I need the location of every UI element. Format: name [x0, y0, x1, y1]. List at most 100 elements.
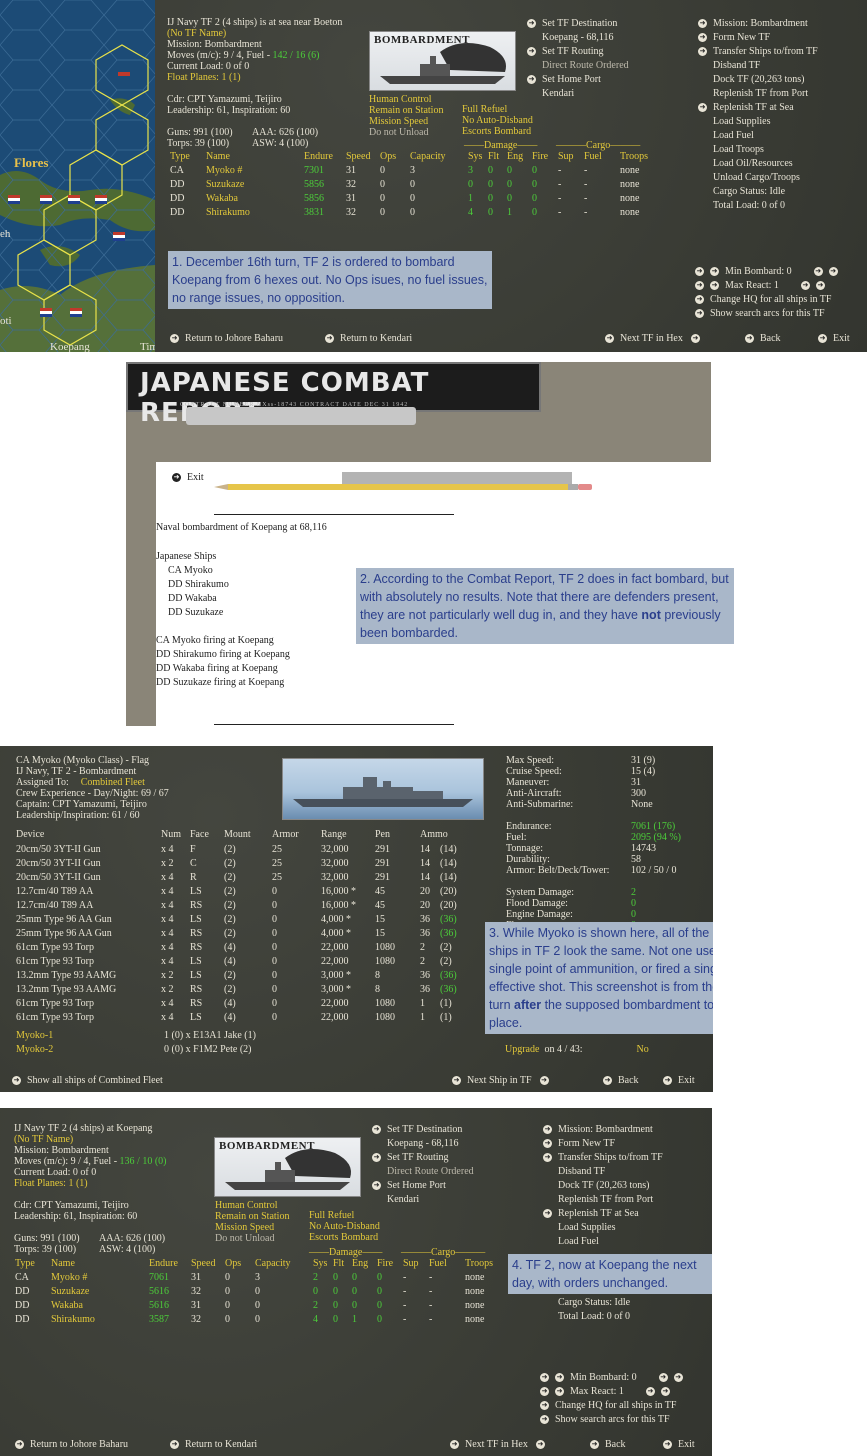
map-label-koepang: Koepang [50, 341, 90, 352]
return-johore-button[interactable]: ➜ Return to Johore Baharu [170, 333, 283, 344]
ship-name[interactable]: Suzukaze [51, 1286, 89, 1297]
order-item[interactable]: Remain on Station [215, 1211, 289, 1222]
next-ship-button[interactable]: ➜ Next Ship in TF ➜ [452, 1075, 555, 1086]
back-button[interactable]: ➜ Back [745, 333, 781, 344]
exit-button[interactable]: ➜ Exit [818, 333, 850, 344]
menu-label: Direct Route Ordered [387, 1166, 474, 1177]
order-item[interactable]: Human Control [215, 1200, 278, 1211]
next-tf-button[interactable]: ➜ Next TF in Hex ➜ [605, 333, 706, 344]
arrow-right-icon: ➜ [535, 1440, 545, 1450]
ship-name[interactable]: Wakaba [51, 1300, 83, 1311]
order-item[interactable]: Remain on Station [369, 105, 443, 116]
order-item[interactable]: No Auto-Disband [462, 115, 533, 126]
stat-key: Anti-Aircraft: [506, 788, 562, 799]
exit-button[interactable]: ➜ Exit [663, 1439, 695, 1450]
header-line: Leadership: 61, Inspiration: 60 [167, 105, 290, 116]
ship-name[interactable]: Wakaba [206, 193, 238, 204]
table-cell: 31 [191, 1272, 201, 1283]
device-cell: (4) [224, 942, 236, 953]
device-cell: 45 [375, 886, 385, 897]
column-header: Ops [380, 151, 397, 162]
ship-entry: DD Shirakumo [168, 579, 229, 590]
ship-name[interactable]: Shirakumo [51, 1314, 95, 1325]
menu-item: Replenish TF from Port [543, 1194, 653, 1205]
ship-entry: DD Suzukaze [168, 607, 224, 618]
menu-label: Dock TF (20,263 tons) [713, 74, 805, 85]
order-item[interactable]: Full Refuel [309, 1210, 354, 1221]
order-item[interactable]: Escorts Bombard [462, 126, 531, 137]
return-kendari-button[interactable]: ➜ Return to Kendari [170, 1439, 257, 1450]
arrow-right-icon: ➜ [540, 1401, 549, 1411]
menu-item[interactable]: ➜ Transfer Ships to/from TF [698, 46, 818, 57]
order-item[interactable]: Mission Speed [215, 1222, 274, 1233]
menu-item: Dock TF (20,263 tons) [698, 74, 804, 85]
order-item[interactable]: Human Control [369, 94, 432, 105]
clipboard-clip [186, 407, 416, 425]
show-arcs-button[interactable]: ➜ Show search arcs for this TF [695, 308, 825, 319]
column-header: Flt [488, 151, 500, 162]
menu-item[interactable]: ➜ Set Home Port [372, 1180, 446, 1191]
ship-name[interactable]: Myoko # [206, 165, 242, 176]
header-line: Leadership: 61, Inspiration: 60 [14, 1211, 137, 1222]
table-cell: 0 [468, 179, 473, 190]
menu-item[interactable]: ➜ Replenish TF at Sea [698, 102, 794, 113]
ammo-value: 14 [420, 872, 430, 883]
header-line: Float Planes: 1 (1) [14, 1178, 88, 1189]
ship-name[interactable]: Shirakumo [206, 207, 250, 218]
change-hq-button[interactable]: ➜ Change HQ for all ships in TF [540, 1400, 676, 1411]
column-header: Capacity [410, 151, 446, 162]
ammo-max: (2) [440, 956, 452, 967]
table-cell: none [620, 193, 640, 204]
menu-item[interactable]: ➜ Set TF Routing [527, 46, 604, 57]
menu-item[interactable]: ➜ Replenish TF at Sea [543, 1208, 639, 1219]
arrow-right-icon: ➜ [170, 1440, 179, 1450]
column-header: Sup [403, 1258, 419, 1269]
device-cell: x 4 [161, 900, 174, 911]
order-item[interactable]: Full Refuel [462, 104, 507, 115]
order-item[interactable]: No Auto-Disband [309, 1221, 380, 1232]
map-panel[interactable]: Flores eh oti Koepang Timor [0, 0, 155, 352]
exit-button[interactable]: ➜ Exit [172, 472, 204, 483]
exit-button[interactable]: ➜ Exit [663, 1075, 695, 1086]
device-cell: 22,000 [321, 942, 349, 953]
plane-name[interactable]: Myoko-2 [16, 1044, 53, 1055]
table-cell: 0 [488, 165, 493, 176]
menu-item[interactable]: ➜ Transfer Ships to/from TF [543, 1152, 663, 1163]
show-arcs-button[interactable]: ➜ Show search arcs for this TF [540, 1414, 670, 1425]
stat-value: None [631, 799, 653, 810]
show-all-ships-button[interactable]: ➜ Show all ships of Combined Fleet [12, 1075, 163, 1086]
ship-name[interactable]: Suzukaze [206, 179, 244, 190]
back-button[interactable]: ➜ Back [590, 1439, 626, 1450]
menu-item[interactable]: ➜ Set TF Routing [372, 1152, 449, 1163]
plane-name[interactable]: Myoko-1 [16, 1030, 53, 1041]
order-item[interactable]: Escorts Bombard [309, 1232, 378, 1243]
column-header: Speed [346, 151, 371, 162]
table-cell: DD [15, 1286, 30, 1297]
return-johore-button[interactable]: ➜ Return to Johore Baharu [15, 1439, 128, 1450]
menu-item[interactable]: ➜ Form New TF [698, 32, 770, 43]
device-cell: 8 [375, 984, 380, 995]
device-cell: 16,000 * [321, 900, 356, 911]
change-hq-button[interactable]: ➜ Change HQ for all ships in TF [695, 294, 831, 305]
device-cell: (4) [224, 1012, 236, 1023]
table-cell: 0 [352, 1272, 357, 1283]
device-cell: (2) [224, 844, 236, 855]
next-tf-button[interactable]: ➜ Next TF in Hex ➜ [450, 1439, 551, 1450]
menu-item[interactable]: ➜ Mission: Bombardment [698, 18, 808, 29]
table-cell: 0 [352, 1300, 357, 1311]
menu-item[interactable]: ➜ Set Home Port [527, 74, 601, 85]
order-item[interactable]: Mission Speed [369, 116, 428, 127]
combat-report-frame: JAPANESE COMBAT REPORT CONTRACT NUMBER N… [126, 362, 734, 726]
order-item[interactable]: Do not Unload [369, 127, 428, 138]
return-kendari-button[interactable]: ➜ Return to Kendari [325, 333, 412, 344]
back-button[interactable]: ➜ Back [603, 1075, 639, 1086]
menu-item[interactable]: ➜ Set TF Destination [372, 1124, 462, 1135]
table-cell: none [465, 1286, 485, 1297]
menu-item[interactable]: ➜ Mission: Bombardment [543, 1124, 653, 1135]
menu-item[interactable]: ➜ Set TF Destination [527, 18, 617, 29]
table-cell: 0 [532, 193, 537, 204]
menu-item[interactable]: ➜ Form New TF [543, 1138, 615, 1149]
ship-name[interactable]: Myoko # [51, 1272, 87, 1283]
paper-divider-top [214, 514, 454, 515]
order-item[interactable]: Do not Unload [215, 1233, 274, 1244]
